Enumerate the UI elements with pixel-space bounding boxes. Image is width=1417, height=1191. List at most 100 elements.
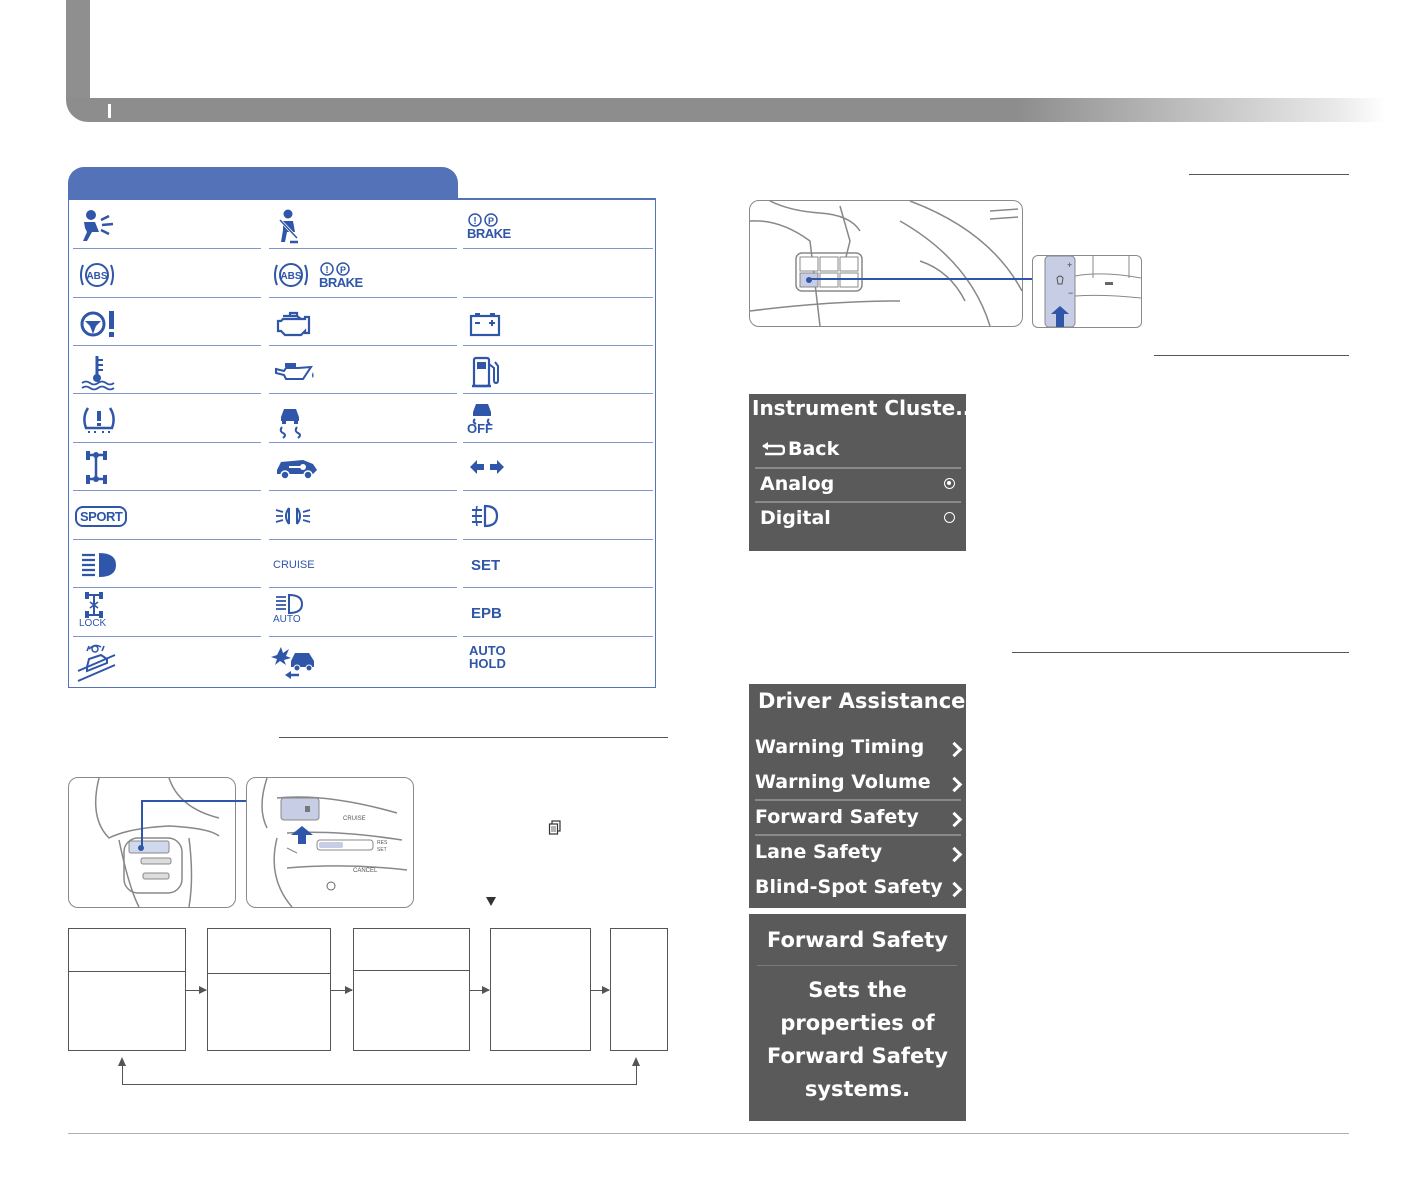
flow-arrow [470, 986, 490, 994]
row-divider [73, 345, 261, 346]
ebd-warning-icon: ABS ! P BRAKE [273, 255, 363, 295]
menu-item-forward-safety[interactable]: Forward Safety [755, 806, 919, 828]
loop-line-bottom [122, 1084, 637, 1085]
row-divider [463, 587, 653, 588]
menu-item-lane-safety[interactable]: Lane Safety [755, 841, 882, 863]
auto-high-beam-icon: AUTO [273, 593, 333, 633]
flow-box-4 [490, 928, 591, 1051]
row-divider [463, 393, 653, 394]
row-divider [73, 539, 261, 540]
brake-label: BRAKE [319, 274, 363, 290]
row-divider [269, 490, 457, 491]
steering-res-label: RES [377, 840, 388, 846]
steering-set-label: SET [377, 847, 387, 853]
driver-assistance-title: Driver Assistance [758, 689, 966, 713]
dashboard-illustration [749, 200, 1023, 327]
low-fuel-icon [467, 352, 527, 392]
section-underline [279, 737, 668, 738]
row-divider [269, 636, 457, 637]
radio-digital[interactable] [944, 512, 955, 523]
menu-item-warning-volume[interactable]: Warning Volume [755, 771, 931, 793]
epb-label: EPB [471, 604, 502, 622]
indicator-table-tab [68, 167, 458, 199]
menu-item-blind-spot-safety[interactable]: Blind-Spot Safety [755, 876, 943, 898]
screen-title: Instrument Cluste... [752, 396, 979, 420]
row-divider [73, 490, 261, 491]
set-label: SET [471, 556, 501, 574]
abs-label: ABS [86, 271, 107, 282]
auto-hold-line2: HOLD [469, 656, 506, 671]
header-bar [66, 98, 1386, 122]
seat-belt-warning-icon [273, 206, 333, 246]
off-label: OFF [467, 421, 493, 436]
coolant-temperature-icon [79, 352, 139, 392]
flow-arrow [186, 986, 207, 994]
svg-text:!: ! [473, 216, 476, 227]
flow-box-5 [610, 928, 668, 1051]
row-divider [463, 442, 653, 443]
row-divider [73, 393, 261, 394]
svg-text:P: P [340, 265, 346, 275]
flow-arrow [331, 986, 353, 994]
abs-label: ABS [280, 271, 301, 282]
row-divider [269, 345, 457, 346]
svg-text:!: ! [325, 265, 328, 276]
row-divider [73, 587, 261, 588]
row-divider [463, 248, 653, 249]
awd-lock-icon: LOCK [79, 590, 139, 634]
description-line: properties of [780, 1011, 935, 1035]
row-divider [73, 297, 261, 298]
row-divider [73, 636, 261, 637]
description-line: Sets the [808, 978, 907, 1002]
back-button[interactable]: Back [788, 438, 839, 460]
row-divider [269, 393, 457, 394]
steering-cancel-label: CANCEL [353, 868, 378, 874]
row-divider [73, 442, 261, 443]
row-divider [463, 345, 653, 346]
loop-arrowhead-left [118, 1057, 126, 1066]
turn-signal-icon [467, 447, 527, 487]
esc-off-icon: OFF [467, 400, 527, 440]
option-analog[interactable]: Analog [760, 473, 834, 495]
menu-separator [757, 965, 957, 966]
front-fog-lamp-icon [467, 496, 527, 536]
dimmer-switch-closeup: + − [1032, 255, 1142, 328]
cruise-label: CRUISE [273, 558, 315, 571]
description-line: systems. [804, 1077, 911, 1101]
indicator-table: ! P BRAKE ABS ABS ! P BRAKE OFF SPORT CR… [68, 198, 656, 688]
sport-mode-icon: SPORT [75, 496, 135, 536]
abs-warning-icon: ABS [79, 255, 139, 295]
parking-brake-warning-icon: ! P BRAKE [467, 206, 527, 246]
flow-arrow [591, 986, 610, 994]
chevron-right-icon [946, 811, 963, 828]
awd-icon [79, 447, 139, 487]
radio-analog[interactable] [944, 478, 955, 489]
option-digital[interactable]: Digital [760, 507, 831, 529]
callout-line-horizontal [141, 800, 247, 802]
steering-buttons-closeup: CRUISE CANCEL RES SET [246, 777, 414, 908]
chevron-right-icon [946, 741, 963, 758]
header-tick [108, 104, 111, 118]
row-divider [269, 539, 457, 540]
loop-line-right [636, 1065, 637, 1085]
forward-safety-screen: Forward Safety Sets the properties of Fo… [749, 914, 966, 1121]
menu-separator [755, 467, 961, 469]
tire-pressure-icon [79, 400, 139, 440]
flow-box-2 [207, 928, 331, 1051]
menu-item-warning-timing[interactable]: Warning Timing [755, 736, 924, 758]
row-divider [269, 248, 457, 249]
steering-wheel-illustration [68, 777, 236, 908]
chevron-right-icon [946, 846, 963, 863]
down-triangle-icon [486, 897, 496, 906]
section-underline [1189, 174, 1349, 175]
epb-icon: EPB [471, 593, 531, 633]
sport-label: SPORT [75, 505, 128, 527]
steering-cruise-label: CRUISE [343, 816, 366, 822]
brake-label: BRAKE [467, 225, 511, 241]
flow-box-3 [353, 928, 470, 1051]
section-underline [1012, 652, 1349, 653]
description-line: Forward Safety [767, 1044, 948, 1068]
chevron-right-icon [946, 776, 963, 793]
power-steering-warning-icon [79, 304, 139, 344]
svg-text:P: P [488, 216, 494, 226]
